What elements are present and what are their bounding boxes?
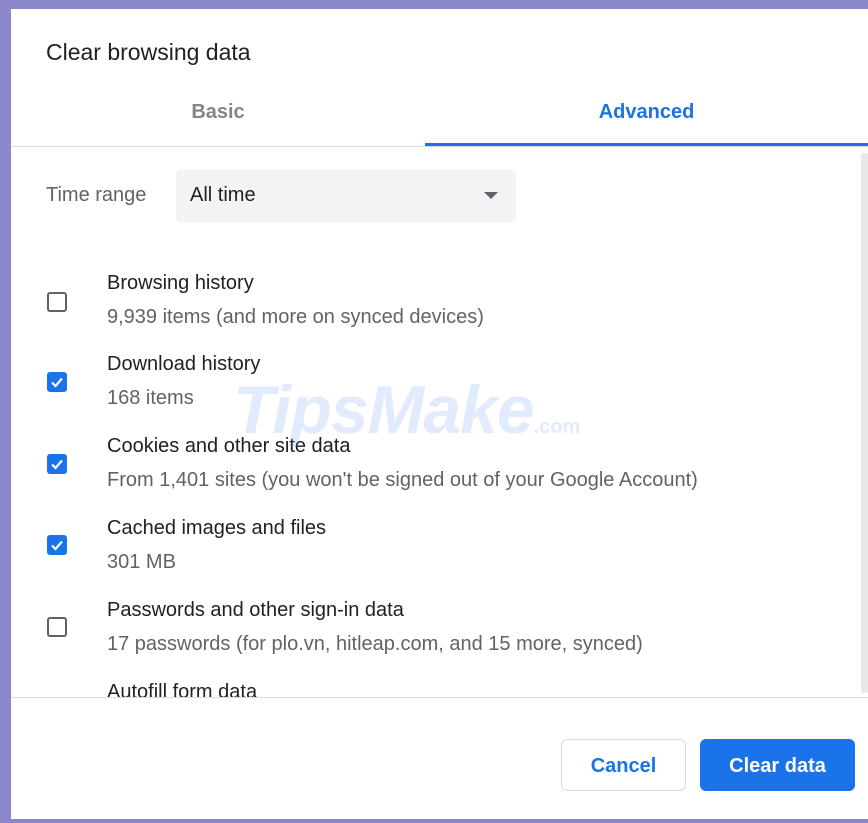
option-title: Autofill form data <box>107 681 258 697</box>
time-range-value: All time <box>190 184 256 206</box>
caret-down-icon <box>484 192 498 199</box>
checkbox-browsing-history[interactable] <box>47 292 67 312</box>
option-subtitle: From 1,401 sites (you won't be signed ou… <box>107 469 698 491</box>
watermark-suffix: .com <box>533 416 581 438</box>
option-subtitle: 17 passwords (for plo.vn, hitleap.com, a… <box>107 633 643 655</box>
scrollbar[interactable] <box>861 153 868 693</box>
cancel-button[interactable]: Cancel <box>561 739 686 791</box>
checkbox-cached-images[interactable] <box>47 535 67 555</box>
option-autofill: Autofill form data <box>11 672 861 697</box>
watermark-brand: TipsMake <box>233 372 535 448</box>
option-title: Browsing history <box>107 272 254 294</box>
option-title: Passwords and other sign-in data <box>107 599 404 621</box>
time-range-label: Time range <box>46 184 147 206</box>
tab-bar: Basic Advanced <box>11 89 868 147</box>
tab-basic[interactable]: Basic <box>11 89 425 147</box>
checkbox-cookies-site-data[interactable] <box>47 454 67 474</box>
watermark-logo: TipsMake.com <box>233 371 580 449</box>
frame-border-left <box>0 0 11 823</box>
screenshot-frame: Clear browsing data Basic Advanced Time … <box>0 0 868 823</box>
option-passwords: Passwords and other sign-in data 17 pass… <box>11 590 861 672</box>
clear-data-button[interactable]: Clear data <box>700 739 855 791</box>
option-subtitle: 9,939 items (and more on synced devices) <box>107 306 484 328</box>
option-cached-images: Cached images and files 301 MB <box>11 508 861 590</box>
check-icon <box>51 540 63 551</box>
dialog-title: Clear browsing data <box>46 39 251 65</box>
option-browsing-history: Browsing history 9,939 items (and more o… <box>11 262 861 344</box>
option-subtitle: 301 MB <box>107 551 176 573</box>
checkbox-download-history[interactable] <box>47 372 67 392</box>
checkbox-passwords[interactable] <box>47 617 67 637</box>
frame-border-top <box>0 0 868 9</box>
check-icon <box>51 377 63 388</box>
time-range-select[interactable]: All time <box>176 170 516 222</box>
check-icon <box>51 459 63 470</box>
frame-border-bottom <box>0 819 868 823</box>
option-title: Cached images and files <box>107 517 327 539</box>
option-subtitle: 168 items <box>107 387 194 409</box>
footer-divider <box>11 697 868 698</box>
clear-browsing-data-dialog: Clear browsing data Basic Advanced Time … <box>11 9 868 819</box>
tab-advanced[interactable]: Advanced <box>425 89 868 147</box>
